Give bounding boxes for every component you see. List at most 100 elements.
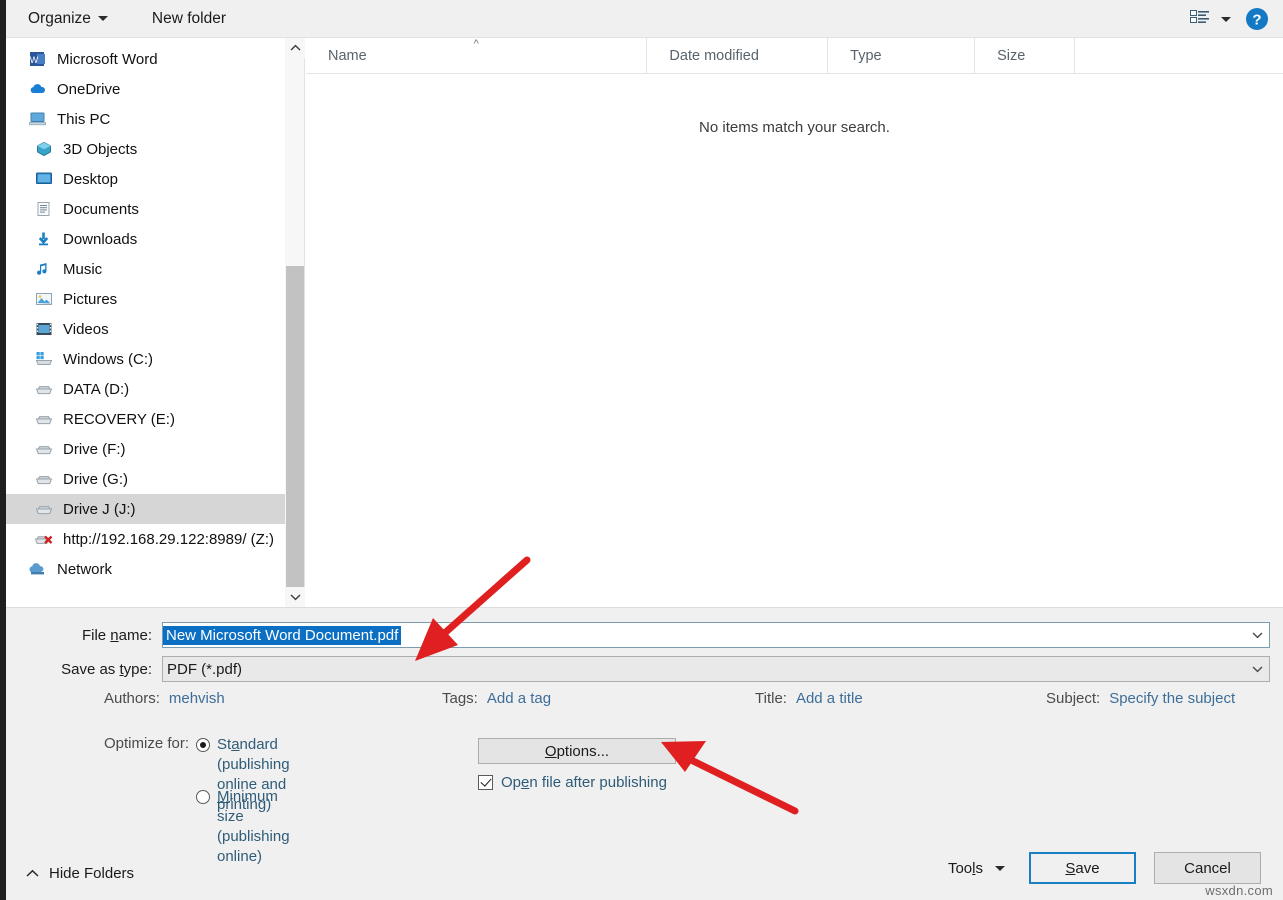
- help-circle-icon[interactable]: ?: [1245, 7, 1269, 31]
- 3d-objects-icon: [34, 140, 54, 158]
- sort-ascending-caret: ^: [473, 38, 479, 50]
- word-icon: W: [28, 50, 48, 68]
- save-as-type-combobox[interactable]: PDF (*.pdf): [162, 656, 1270, 682]
- documents-icon: [34, 200, 54, 218]
- radio-minimum-size-indicator[interactable]: [196, 790, 210, 804]
- chevron-down-icon: [1252, 632, 1262, 639]
- column-header-size[interactable]: Size: [975, 38, 1075, 73]
- sidebar-item-downloads[interactable]: Downloads: [6, 224, 285, 254]
- sidebar-item-microsoft-word[interactable]: W Microsoft Word: [6, 44, 285, 74]
- sidebar-item-label: http://192.168.29.122:8989/ (Z:): [63, 530, 274, 548]
- dialog-toolbar: Organize New folder ?: [6, 0, 1283, 38]
- sidebar-item-label: Drive (F:): [63, 440, 126, 458]
- save-as-type-dropdown-button[interactable]: [1245, 657, 1269, 681]
- this-pc-icon: [28, 110, 48, 128]
- sidebar-item-drive-f[interactable]: Drive (F:): [6, 434, 285, 464]
- column-header-name[interactable]: Name ^: [306, 38, 648, 73]
- sidebar-item-this-pc[interactable]: This PC: [6, 104, 285, 134]
- sidebar-item-drive-g[interactable]: Drive (G:): [6, 464, 285, 494]
- open-file-after-publishing-label: Open file after publishing: [501, 774, 667, 791]
- radio-standard-indicator[interactable]: [196, 738, 210, 752]
- save-as-type-label: Save as type:: [61, 660, 152, 678]
- new-folder-button[interactable]: New folder: [140, 4, 238, 34]
- documents-icon: [37, 202, 50, 216]
- hide-folders-label: Hide Folders: [49, 865, 135, 882]
- organize-button[interactable]: Organize: [16, 4, 120, 34]
- network-icon: [29, 563, 44, 575]
- sidebar-item-desktop[interactable]: Desktop: [6, 164, 285, 194]
- sidebar-item-documents[interactable]: Documents: [6, 194, 285, 224]
- change-view-button[interactable]: [1190, 10, 1231, 28]
- sidebar-item-label: RECOVERY (E:): [63, 410, 175, 428]
- dialog-footer-buttons: Tools Save Cancel: [948, 852, 1261, 884]
- drive-icon: [34, 380, 54, 398]
- navigation-scrollbar[interactable]: [285, 38, 305, 607]
- sidebar-item-onedrive[interactable]: OneDrive: [6, 74, 285, 104]
- column-header-date-modified[interactable]: Date modified: [647, 38, 829, 73]
- tags-value[interactable]: Add a tag: [487, 690, 551, 707]
- sidebar-item-data-d[interactable]: DATA (D:): [6, 374, 285, 404]
- scroll-down-button[interactable]: [285, 587, 305, 607]
- open-file-after-publishing-row[interactable]: Open file after publishing: [478, 774, 667, 791]
- column-label: Date modified: [669, 47, 759, 64]
- metadata-tags: Tags: Add a tag: [442, 690, 551, 707]
- subject-value[interactable]: Specify the subject: [1109, 690, 1235, 707]
- music-note-icon: [34, 260, 54, 278]
- music-note-icon: [37, 263, 47, 275]
- network-icon: [28, 560, 48, 578]
- metadata-title: Title: Add a title: [755, 690, 863, 707]
- sidebar-item-videos[interactable]: Videos: [6, 314, 285, 344]
- pictures-icon: [34, 290, 54, 308]
- sidebar-item-music[interactable]: Music: [6, 254, 285, 284]
- sidebar-item-label: Windows (C:): [63, 350, 154, 368]
- column-label: Size: [997, 47, 1026, 64]
- sidebar-item-label: 3D Objects: [63, 140, 138, 158]
- disconnected-network-drive-icon: [35, 535, 53, 544]
- metadata-key: Tags:: [442, 690, 478, 707]
- sidebar-item-label: Desktop: [63, 170, 119, 188]
- sidebar-item-label: Microsoft Word: [57, 50, 158, 68]
- options-button[interactable]: Options...: [478, 738, 676, 764]
- hide-folders-button[interactable]: Hide Folders: [26, 865, 134, 882]
- sidebar-item-3d-objects[interactable]: 3D Objects: [6, 134, 285, 164]
- document-metadata-row: Authors: mehvish Tags: Add a tag Title: …: [6, 690, 1283, 716]
- open-file-after-publishing-checkbox[interactable]: [478, 775, 493, 790]
- videos-film-icon: [36, 323, 52, 335]
- sidebar-item-label: Network: [57, 560, 113, 578]
- sidebar-item-pictures[interactable]: Pictures: [6, 284, 285, 314]
- navigation-list: W Microsoft Word OneDrive This PC 3D Objects…: [6, 38, 285, 584]
- drive-icon: [35, 446, 53, 455]
- drive-icon: [34, 470, 54, 488]
- navigation-pane[interactable]: W Microsoft Word OneDrive This PC 3D Objects…: [6, 38, 285, 607]
- options-label: Options...: [544, 742, 610, 760]
- file-name-dropdown-button[interactable]: [1245, 623, 1269, 647]
- chevron-up-icon: [26, 869, 39, 877]
- this-pc-icon: [29, 112, 46, 126]
- save-as-type-row: Save as type: PDF (*.pdf): [6, 655, 1283, 683]
- sidebar-item-label: Downloads: [63, 230, 138, 248]
- radio-minimum-size-label: Minimum size (publishing online): [217, 788, 290, 865]
- file-name-combobox[interactable]: New Microsoft Word Document.pdf: [162, 622, 1270, 648]
- title-value[interactable]: Add a title: [796, 690, 863, 707]
- sidebar-item-http-192-168-29-122-8989-z[interactable]: http://192.168.29.122:8989/ (Z:): [6, 524, 285, 554]
- sidebar-item-windows-c[interactable]: Windows (C:): [6, 344, 285, 374]
- file-name-input[interactable]: New Microsoft Word Document.pdf: [163, 625, 402, 645]
- save-button[interactable]: Save: [1029, 852, 1136, 884]
- radio-minimum-size[interactable]: Minimum size (publishing online): [196, 787, 290, 867]
- sidebar-item-network[interactable]: Network: [6, 554, 285, 584]
- chevron-up-icon: [290, 44, 300, 51]
- cancel-button[interactable]: Cancel: [1154, 852, 1261, 884]
- windows-drive-icon: [34, 350, 54, 368]
- sidebar-item-label: This PC: [57, 110, 111, 128]
- scroll-up-button[interactable]: [285, 38, 305, 58]
- column-header-type[interactable]: Type: [828, 38, 976, 73]
- file-list-pane[interactable]: Name ^ Date modified Type Size No items …: [306, 38, 1283, 607]
- tools-button[interactable]: Tools: [948, 860, 1005, 877]
- file-list-header: Name ^ Date modified Type Size: [306, 38, 1283, 74]
- metadata-authors: Authors: mehvish: [104, 690, 225, 707]
- authors-value[interactable]: mehvish: [169, 690, 225, 707]
- scrollbar-thumb[interactable]: [286, 266, 304, 593]
- sidebar-item-drive-j-j[interactable]: Drive J (J:): [6, 494, 285, 524]
- sidebar-item-recovery-e[interactable]: RECOVERY (E:): [6, 404, 285, 434]
- column-label: Name: [328, 47, 367, 64]
